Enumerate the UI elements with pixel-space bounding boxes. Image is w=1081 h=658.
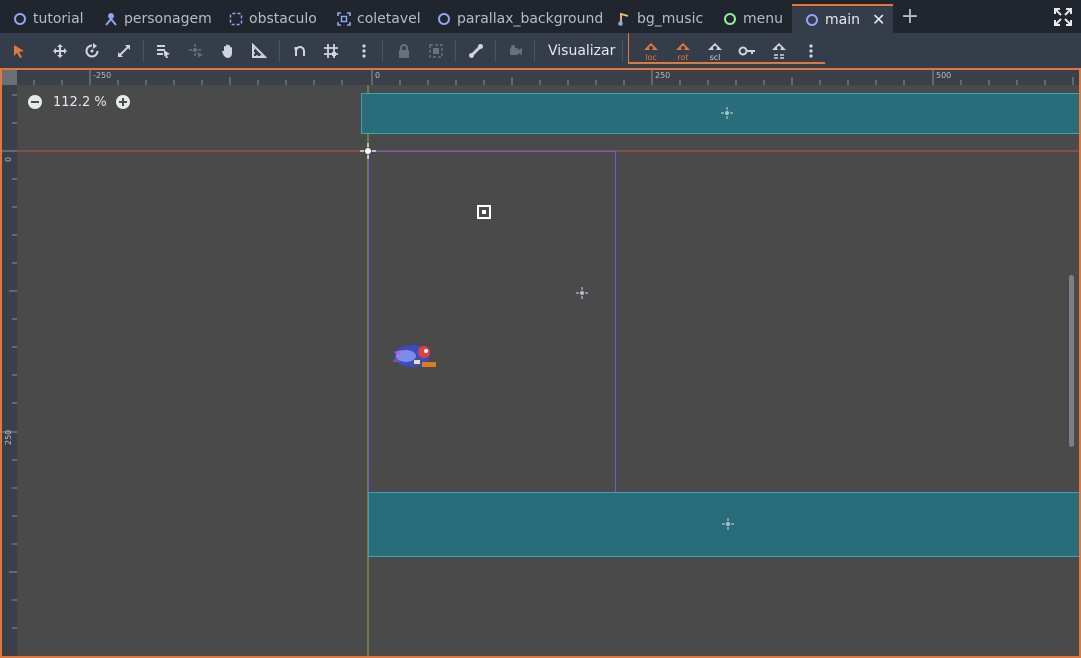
ruler-h-label: 250 xyxy=(655,71,671,80)
key-rot-label: rot xyxy=(677,53,688,61)
toolbar-separator xyxy=(279,40,280,62)
top-collision-shape xyxy=(361,93,1079,134)
tab-personagem[interactable]: personagem xyxy=(103,4,212,33)
grid-snap-icon[interactable] xyxy=(320,40,342,62)
toolbar-separator xyxy=(455,40,456,62)
ruler-h-label: 500 xyxy=(936,71,952,80)
toolbar-separator xyxy=(382,40,383,62)
godot-editor: tutorial personagem obstaculo coletavel … xyxy=(0,0,1081,658)
collectable-area-icon xyxy=(336,11,352,27)
skeleton-bone-icon[interactable] xyxy=(465,40,487,62)
ruler-mode-icon[interactable] xyxy=(248,40,270,62)
camera-override-icon[interactable] xyxy=(505,40,527,62)
tab-bg-music[interactable]: bg_music xyxy=(616,4,703,33)
tab-main[interactable]: main ✕ xyxy=(792,4,893,33)
vertical-ruler[interactable]: 0 250 xyxy=(2,85,17,656)
animation-key-scale[interactable]: scl xyxy=(704,40,726,62)
zoom-in-icon[interactable] xyxy=(115,94,131,110)
animation-key-location[interactable]: loc xyxy=(640,40,662,62)
close-tab-icon[interactable]: ✕ xyxy=(872,10,885,29)
zoom-widget: 112.2 % xyxy=(27,92,131,112)
tab-label: obstaculo xyxy=(249,10,317,27)
key-loc-label: loc xyxy=(645,53,657,61)
add-scene-tab-button[interactable]: + xyxy=(900,6,920,28)
zoom-reset-button[interactable]: 112.2 % xyxy=(53,95,107,110)
key-scl-label: scl xyxy=(710,53,721,61)
canvas-viewport[interactable]: -250 0 250 500 0 250 112.2 % xyxy=(0,68,1081,658)
group-icon[interactable] xyxy=(425,40,447,62)
lock-icon[interactable] xyxy=(393,40,415,62)
view-menu-button[interactable]: Visualizar xyxy=(540,39,623,63)
origin-pivot-icon xyxy=(360,143,376,159)
audio-stream-player-icon xyxy=(616,11,632,27)
tab-coletavel[interactable]: coletavel xyxy=(336,4,421,33)
pivot-mode-icon[interactable] xyxy=(185,40,207,62)
tab-label: tutorial xyxy=(33,10,84,27)
tab-tutorial[interactable]: tutorial xyxy=(12,4,84,33)
tab-obstaculo[interactable]: obstaculo xyxy=(228,4,317,33)
tab-label: menu xyxy=(743,10,783,27)
character-body-icon xyxy=(103,11,119,27)
toolbar-separator xyxy=(622,40,623,62)
tab-parallax-background[interactable]: parallax_background xyxy=(436,4,603,33)
tab-label: bg_music xyxy=(637,10,704,27)
toolbar-separator xyxy=(534,40,535,62)
toolbar-separator xyxy=(495,40,496,62)
ruler-h-label: 0 xyxy=(375,71,381,80)
select-mode-icon[interactable] xyxy=(8,40,30,62)
insert-key-icon[interactable] xyxy=(736,40,758,62)
tab-label: coletavel xyxy=(357,10,421,27)
tab-label: main xyxy=(825,11,860,28)
node2d-icon xyxy=(436,11,452,27)
horizontal-ruler[interactable]: -250 0 250 500 xyxy=(17,70,1079,85)
control-icon xyxy=(722,11,738,27)
vertical-scrollbar[interactable] xyxy=(1069,275,1074,447)
animation-key-rotation[interactable]: rot xyxy=(672,40,694,62)
tab-label: personagem xyxy=(124,10,212,27)
rotate-mode-icon[interactable] xyxy=(81,40,103,62)
ruler-corner xyxy=(2,70,17,85)
tab-menu[interactable]: menu xyxy=(722,4,783,33)
ruler-h-label: -250 xyxy=(93,71,112,80)
snap-options-icon[interactable] xyxy=(353,40,375,62)
scene-canvas[interactable] xyxy=(2,70,1079,656)
distraction-free-mode-icon[interactable] xyxy=(1054,8,1072,26)
node2d-icon xyxy=(804,12,820,28)
marker-icon xyxy=(477,205,491,219)
animation-options-icon[interactable] xyxy=(800,40,822,62)
scene-tab-bar: tutorial personagem obstaculo coletavel … xyxy=(0,0,1081,33)
tab-label: parallax_background xyxy=(457,10,604,27)
zoom-out-icon[interactable] xyxy=(27,94,43,110)
player-sprite xyxy=(392,345,436,367)
pan-mode-icon[interactable] xyxy=(217,40,239,62)
ruler-v-label: 0 xyxy=(4,156,13,162)
canvas-toolbar: Visualizar loc rot scl xyxy=(0,33,1081,68)
list-select-icon[interactable] xyxy=(152,40,174,62)
node-pivot-icon xyxy=(576,287,588,299)
area2d-icon xyxy=(228,11,244,27)
smart-snap-icon[interactable] xyxy=(289,40,311,62)
ruler-v-label: 250 xyxy=(4,429,13,445)
move-mode-icon[interactable] xyxy=(49,40,71,62)
auto-record-key-icon[interactable] xyxy=(768,40,790,62)
toolbar-separator xyxy=(143,40,144,62)
node2d-icon xyxy=(12,11,28,27)
scale-mode-icon[interactable] xyxy=(113,40,135,62)
